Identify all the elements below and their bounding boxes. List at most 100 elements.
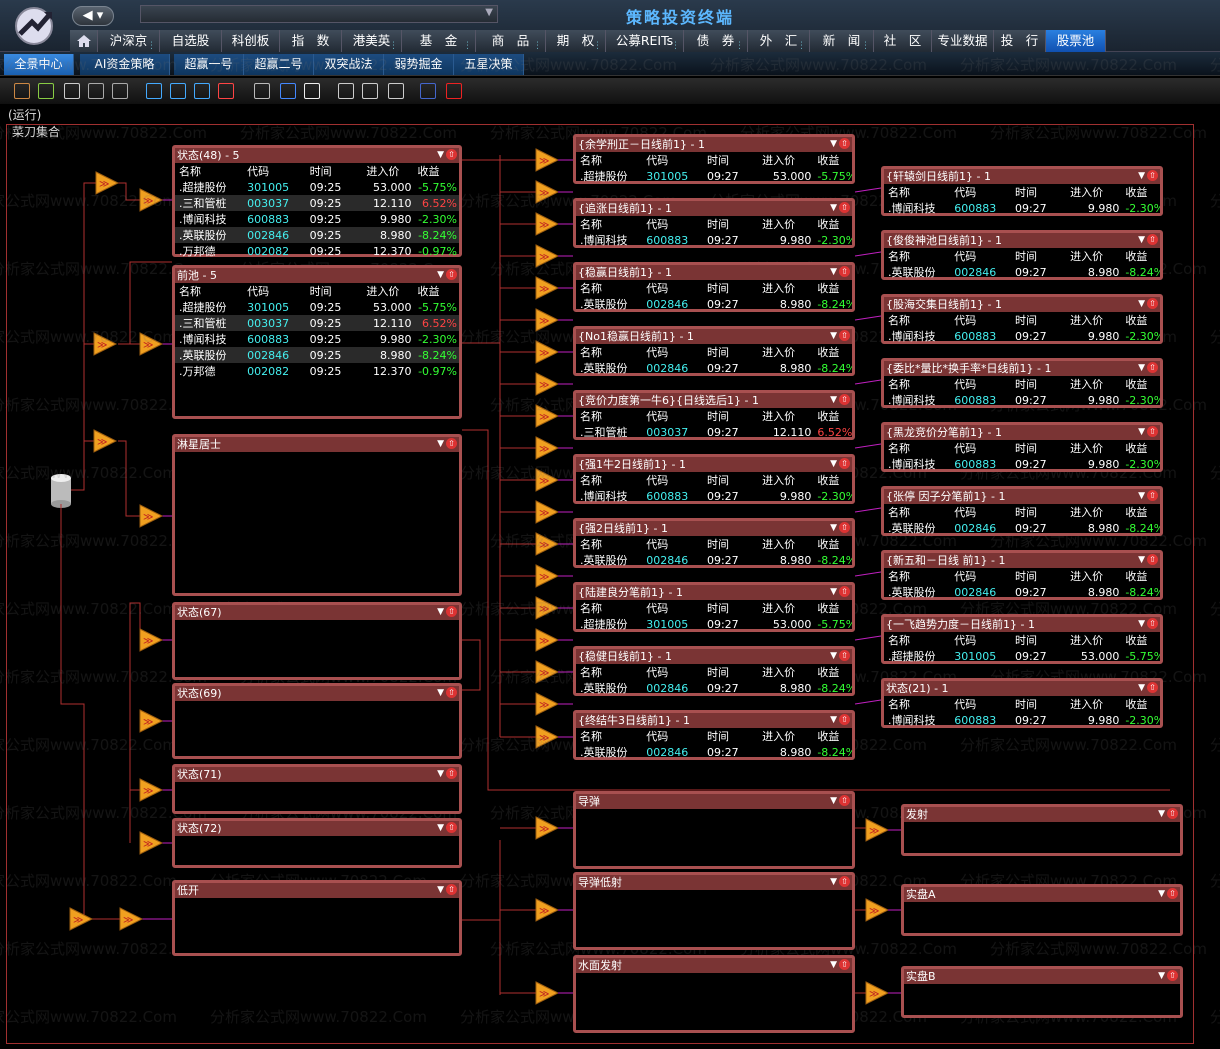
panel-up-icon[interactable]: ⇧	[1147, 426, 1158, 437]
panel-menu-icon[interactable]: ▼	[1138, 619, 1145, 629]
panel-menu-icon[interactable]: ▼	[830, 796, 837, 806]
trigger-node-icon[interactable]: ≫	[535, 692, 560, 716]
column-header[interactable]: 时间	[306, 163, 363, 179]
stock-pool-panel[interactable]: 导弹低射 ▼ ⇧	[573, 872, 855, 950]
column-header[interactable]: 代码	[642, 216, 703, 232]
panel-header[interactable]: 发射 ▼ ⇧	[904, 807, 1180, 822]
column-header[interactable]: 收益	[813, 536, 852, 552]
column-header[interactable]: 代码	[950, 376, 1011, 392]
column-header[interactable]: 名称	[576, 280, 642, 296]
panel-up-icon[interactable]: ⇧	[446, 438, 457, 449]
trigger-node-icon[interactable]: ≫	[119, 907, 144, 931]
trigger-node-icon[interactable]: ≫	[535, 436, 560, 460]
trigger-node-icon[interactable]: ≫	[535, 628, 560, 652]
column-header[interactable]: 时间	[703, 536, 758, 552]
trigger-node-icon[interactable]: ≫	[535, 372, 560, 396]
column-header[interactable]: 收益	[1121, 376, 1160, 392]
panel-up-icon[interactable]: ⇧	[839, 876, 850, 887]
column-header[interactable]: 名称	[576, 472, 642, 488]
panel-up-icon[interactable]: ⇧	[1147, 618, 1158, 629]
column-header[interactable]: 收益	[1121, 568, 1160, 584]
column-header[interactable]: 代码	[950, 440, 1011, 456]
panel-header[interactable]: {竞价力度第一牛6}{日线选后1} - 1 ▼ ⇧	[576, 393, 852, 408]
table-row[interactable]: .英联股份 002846 09:27 8.980 -8.24%	[884, 520, 1160, 536]
panel-up-icon[interactable]: ⇧	[1167, 888, 1178, 899]
column-header[interactable]: 进入价	[1066, 632, 1121, 648]
stock-pool-panel[interactable]: 状态(72) ▼ ⇧	[172, 818, 462, 868]
column-header[interactable]: 时间	[1011, 440, 1066, 456]
column-header[interactable]: 时间	[703, 728, 758, 744]
column-header[interactable]: 进入价	[758, 216, 813, 232]
panel-up-icon[interactable]: ⇧	[839, 330, 850, 341]
panel-menu-icon[interactable]: ▼	[1158, 889, 1165, 899]
stock-pool-panel[interactable]: 实盘A ▼ ⇧	[901, 884, 1183, 936]
column-header[interactable]: 代码	[642, 344, 703, 360]
table-row[interactable]: .超捷股份 301005 09:27 53.000 -5.75%	[884, 648, 1160, 664]
trigger-node-icon[interactable]: ≫	[139, 709, 164, 733]
stock-pool-panel[interactable]: 实盘B ▼ ⇧	[901, 966, 1183, 1018]
column-header[interactable]: 进入价	[758, 408, 813, 424]
column-header[interactable]: 名称	[576, 408, 642, 424]
panel-header[interactable]: {稳赢日线前1} - 1 ▼ ⇧	[576, 265, 852, 280]
stock-pool-panel[interactable]: {No1稳赢日线前1} - 1 ▼ ⇧ 名称 代码 时间 进入价 收益 .英联股份 002846 0…	[573, 326, 855, 376]
trigger-node-icon[interactable]: ≫	[95, 171, 120, 195]
stock-pool-panel[interactable]: {一飞趋势力度－日线前1} - 1 ▼ ⇧ 名称 代码 时间 进入价 收益 .超捷股份 30100…	[881, 614, 1163, 664]
column-header[interactable]: 代码	[642, 664, 703, 680]
column-header[interactable]: 名称	[884, 312, 950, 328]
column-header[interactable]: 代码	[950, 632, 1011, 648]
column-header[interactable]: 名称	[576, 152, 642, 168]
panel-header[interactable]: {No1稳赢日线前1} - 1 ▼ ⇧	[576, 329, 852, 344]
panel-menu-icon[interactable]: ▼	[1158, 809, 1165, 819]
column-header[interactable]: 进入价	[362, 163, 413, 179]
stock-pool-panel[interactable]: {余学刑正－日线前1} - 1 ▼ ⇧ 名称 代码 时间 进入价 收益 .超捷股份 301005 0…	[573, 134, 855, 184]
column-header[interactable]: 收益	[1121, 440, 1160, 456]
column-header[interactable]: 进入价	[1066, 504, 1121, 520]
column-header[interactable]: 代码	[642, 472, 703, 488]
column-header[interactable]: 名称	[884, 440, 950, 456]
table-row[interactable]: .英联股份 002846 09:25 8.980 -8.24%	[175, 227, 459, 243]
column-header[interactable]: 收益	[414, 283, 459, 299]
panel-header[interactable]: 实盘B ▼ ⇧	[904, 969, 1180, 984]
column-header[interactable]: 名称	[175, 283, 243, 299]
panel-up-icon[interactable]: ⇧	[1147, 362, 1158, 373]
column-header[interactable]: 代码	[642, 600, 703, 616]
trigger-node-icon[interactable]: ≫	[865, 818, 890, 842]
panel-up-icon[interactable]: ⇧	[839, 714, 850, 725]
column-header[interactable]: 收益	[813, 472, 852, 488]
stock-pool-panel[interactable]: {强1牛2日线前1} - 1 ▼ ⇧ 名称 代码 时间 进入价 收益 .博闻科技 600883 09…	[573, 454, 855, 504]
stock-pool-panel[interactable]: 低开 ▼ ⇧	[172, 880, 462, 956]
column-header[interactable]: 时间	[1011, 248, 1066, 264]
panel-menu-icon[interactable]: ▼	[1138, 683, 1145, 693]
column-header[interactable]: 时间	[703, 152, 758, 168]
trigger-node-icon[interactable]: ≫	[69, 907, 94, 931]
trigger-node-icon[interactable]: ≫	[93, 429, 118, 453]
stock-pool-panel[interactable]: 导弹 ▼ ⇧	[573, 791, 855, 869]
column-header[interactable]: 名称	[576, 600, 642, 616]
column-header[interactable]: 代码	[950, 248, 1011, 264]
table-row[interactable]: .超捷股份 301005 09:27 53.000 -5.75%	[576, 168, 852, 184]
column-header[interactable]: 名称	[576, 664, 642, 680]
trigger-node-icon[interactable]: ≫	[139, 504, 164, 528]
column-header[interactable]: 时间	[306, 283, 363, 299]
table-row[interactable]: .三和管桩 003037 09:25 12.110 6.52%	[175, 195, 459, 211]
stock-pool-panel[interactable]: {新五和－日线 前1} - 1 ▼ ⇧ 名称 代码 时间 进入价 收益 .英联股份 002846 0…	[881, 550, 1163, 600]
column-header[interactable]: 时间	[703, 472, 758, 488]
stock-pool-panel[interactable]: {终结牛3日线前1} - 1 ▼ ⇧ 名称 代码 时间 进入价 收益 .英联股份 002846 09…	[573, 710, 855, 760]
table-row[interactable]: .博闻科技 600883 09:27 9.980 -2.30%	[576, 232, 852, 248]
panel-header[interactable]: 淋星居士 ▼ ⇧	[175, 437, 459, 452]
trigger-node-icon[interactable]: ≫	[139, 628, 164, 652]
panel-header[interactable]: {委比*量比*换手率*日线前1} - 1 ▼ ⇧	[884, 361, 1160, 376]
panel-up-icon[interactable]: ⇧	[839, 394, 850, 405]
stock-pool-panel[interactable]: {稳赢日线前1} - 1 ▼ ⇧ 名称 代码 时间 进入价 收益 .英联股份 002846 09:2…	[573, 262, 855, 312]
panel-menu-icon[interactable]: ▼	[437, 607, 444, 617]
table-row[interactable]: .博闻科技 600883 09:27 9.980 -2.30%	[884, 456, 1160, 472]
column-header[interactable]: 代码	[950, 504, 1011, 520]
column-header[interactable]: 进入价	[1066, 568, 1121, 584]
column-header[interactable]: 时间	[1011, 376, 1066, 392]
column-header[interactable]: 进入价	[1066, 440, 1121, 456]
column-header[interactable]: 名称	[884, 568, 950, 584]
column-header[interactable]: 代码	[642, 536, 703, 552]
panel-menu-icon[interactable]: ▼	[830, 203, 837, 213]
column-header[interactable]: 时间	[1011, 696, 1066, 712]
trigger-node-icon[interactable]: ≫	[535, 564, 560, 588]
